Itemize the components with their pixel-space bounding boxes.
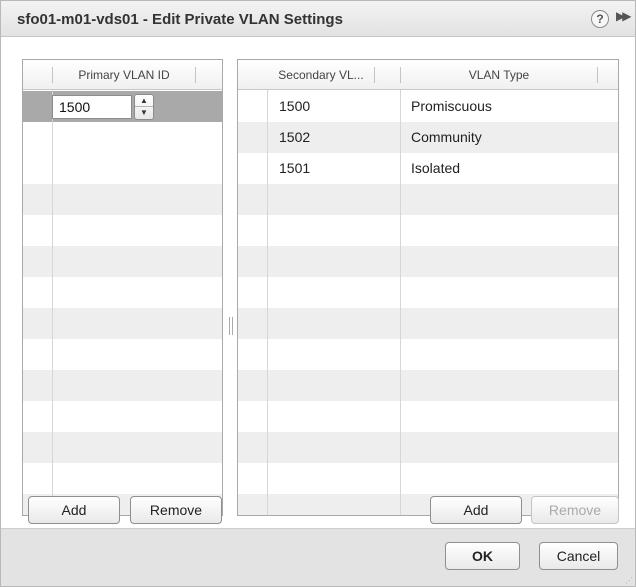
secondary-vlan-id-column-header[interactable]: Secondary VL... xyxy=(268,60,374,90)
dialog-titlebar: sfo01-m01-vds01 - Edit Private VLAN Sett… xyxy=(1,1,635,37)
add-primary-vlan-button[interactable]: Add xyxy=(28,496,120,524)
help-icon[interactable]: ? xyxy=(591,10,609,28)
stepper-up-icon[interactable]: ▲ xyxy=(135,95,153,107)
vlan-type-cell: Community xyxy=(411,129,482,145)
secondary-row-bg xyxy=(238,308,618,339)
primary-vlan-id-input[interactable]: 1500 xyxy=(52,95,132,119)
vlan-type-cell: Isolated xyxy=(411,160,461,176)
table-row[interactable]: 1501 Isolated xyxy=(238,153,618,184)
header-separator[interactable] xyxy=(597,67,598,83)
secondary-vlan-id-cell: 1502 xyxy=(279,129,311,145)
table-row[interactable]: 1502 Community xyxy=(238,122,618,153)
primary-vlan-grid: Primary VLAN ID 1500 ▲ ▼ xyxy=(22,59,223,516)
vlan-type-column-header[interactable]: VLAN Type xyxy=(401,60,597,90)
dialog-footer: OK Cancel ⋰ xyxy=(1,528,635,586)
secondary-vlan-id-cell: 1500 xyxy=(279,98,311,114)
remove-secondary-vlan-button[interactable]: Remove xyxy=(531,496,619,524)
edit-private-vlan-dialog: sfo01-m01-vds01 - Edit Private VLAN Sett… xyxy=(0,0,636,587)
secondary-grid-header: Secondary VL... VLAN Type xyxy=(238,60,618,90)
resize-grip-icon[interactable]: ⋰ xyxy=(625,576,633,585)
dialog-body: Primary VLAN ID 1500 ▲ ▼ Secondary VL...… xyxy=(1,38,635,528)
panel-splitter-handle[interactable] xyxy=(229,317,233,335)
primary-vlan-id-column-header[interactable]: Primary VLAN ID xyxy=(53,60,195,90)
primary-vlan-id-stepper[interactable]: ▲ ▼ xyxy=(134,94,154,120)
remove-primary-vlan-button[interactable]: Remove xyxy=(130,496,222,524)
cancel-button[interactable]: Cancel xyxy=(539,542,618,570)
expand-icon[interactable]: ▶▶ xyxy=(616,9,632,23)
secondary-vlan-id-cell: 1501 xyxy=(279,160,311,176)
add-secondary-vlan-button[interactable]: Add xyxy=(430,496,522,524)
table-row[interactable]: 1500 Promiscuous xyxy=(238,91,618,122)
secondary-row-bg xyxy=(238,432,618,463)
grid-column-divider xyxy=(52,60,53,515)
secondary-row-bg xyxy=(238,370,618,401)
header-separator xyxy=(52,67,53,83)
header-separator[interactable] xyxy=(195,67,196,83)
dialog-title: sfo01-m01-vds01 - Edit Private VLAN Sett… xyxy=(17,11,343,28)
vlan-type-cell: Promiscuous xyxy=(411,98,492,114)
secondary-row-bg xyxy=(238,246,618,277)
primary-grid-header: Primary VLAN ID xyxy=(23,60,222,90)
stepper-down-icon[interactable]: ▼ xyxy=(135,107,153,119)
header-separator[interactable] xyxy=(374,67,375,83)
ok-button[interactable]: OK xyxy=(445,542,520,570)
secondary-row-bg xyxy=(238,184,618,215)
secondary-vlan-grid: Secondary VL... VLAN Type 1500 Promiscuo… xyxy=(237,59,619,516)
